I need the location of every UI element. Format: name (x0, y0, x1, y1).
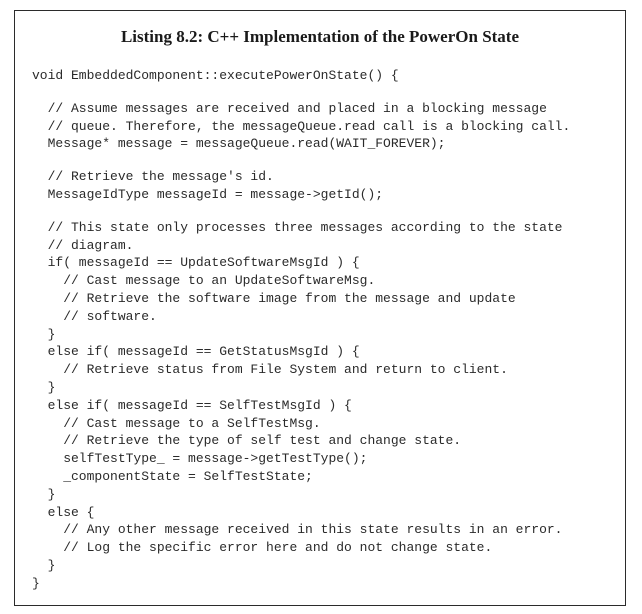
code-line: Message* message = messageQueue.read(WAI… (32, 136, 446, 152)
code-block: void EmbeddedComponent::executePowerOnSt… (32, 67, 622, 593)
code-line: void EmbeddedComponent::executePowerOnSt… (32, 68, 399, 83)
code-line: MessageIdType messageId = message->getId… (32, 186, 384, 202)
code-line: // Retrieve status from File System and … (32, 362, 508, 378)
code-line: // This state only processes three messa… (32, 219, 563, 235)
code-line: // Cast message to a SelfTestMsg. (32, 415, 321, 431)
code-line: // Retrieve the type of self test and ch… (32, 433, 462, 449)
code-line: } (32, 557, 56, 573)
code-line: // Retrieve the software image from the … (32, 290, 516, 306)
code-line: else { (32, 504, 95, 520)
code-line: _componentState = SelfTestState; (32, 468, 313, 484)
code-line: } (32, 326, 56, 342)
code-line: } (32, 575, 40, 591)
code-line: // Any other message received in this st… (32, 522, 563, 538)
code-line: } (32, 379, 56, 395)
code-line: } (32, 486, 56, 502)
code-line: selfTestType_ = message->getTestType(); (32, 451, 368, 467)
listing-title: Listing 8.2: C++ Implementation of the P… (120, 27, 520, 46)
code-line: // software. (32, 308, 157, 324)
code-line: // Assume messages are received and plac… (32, 100, 547, 116)
code-line: // diagram. (32, 237, 134, 253)
code-line: // Retrieve the message's id. (32, 169, 274, 185)
code-line: else if( messageId == GetStatusMsgId ) { (32, 344, 360, 360)
code-line: // Log the specific error here and do no… (32, 540, 493, 556)
code-line: else if( messageId == SelfTestMsgId ) { (32, 397, 352, 413)
code-line: // Cast message to an UpdateSoftwareMsg. (32, 273, 376, 289)
code-listing-box: Listing 8.2: C++ Implementation of the P… (14, 10, 626, 606)
code-line: if( messageId == UpdateSoftwareMsgId ) { (32, 255, 360, 271)
code-line: // queue. Therefore, the messageQueue.re… (32, 118, 571, 134)
